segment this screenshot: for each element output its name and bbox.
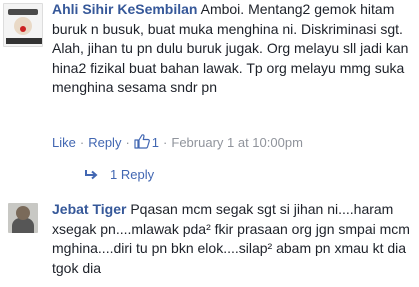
commenter-avatar[interactable] — [3, 3, 43, 47]
avatar-body-shape — [12, 218, 34, 233]
comment-author-link[interactable]: Ahli Sihir KeSembilan — [52, 1, 197, 17]
reply-arrow-icon — [85, 170, 98, 180]
avatar-caption-bottom — [6, 38, 42, 44]
comment-body: Jebat Tiger Pqasan mcm segak sgt si jiha… — [52, 200, 418, 278]
action-separator: · — [163, 135, 168, 150]
like-link[interactable]: Like — [52, 135, 76, 150]
avatar-nose-shape — [20, 26, 26, 32]
commenter-avatar[interactable] — [8, 203, 38, 233]
view-replies-link[interactable]: 1 Reply — [84, 166, 154, 183]
thumbs-up-icon — [134, 134, 150, 149]
comment-actions: Like · Reply · 1 · February 1 at 10:00pm — [52, 134, 303, 151]
comment-timestamp[interactable]: February 1 at 10:00pm — [171, 135, 303, 150]
action-separator: · — [79, 135, 85, 150]
avatar-head-shape — [16, 206, 30, 220]
like-count: 1 — [151, 135, 160, 150]
avatar-caption-top — [6, 4, 42, 8]
action-separator: · — [125, 135, 130, 150]
like-count-badge[interactable]: 1 — [134, 134, 160, 150]
comment-body: Ahli Sihir KeSembilan Amboi. Mentang2 ge… — [52, 0, 418, 98]
reply-link[interactable]: Reply — [88, 135, 121, 150]
replies-count-label: 1 Reply — [110, 167, 155, 182]
avatar-hat-shape — [8, 9, 38, 15]
comment-author-link[interactable]: Jebat Tiger — [52, 201, 126, 217]
